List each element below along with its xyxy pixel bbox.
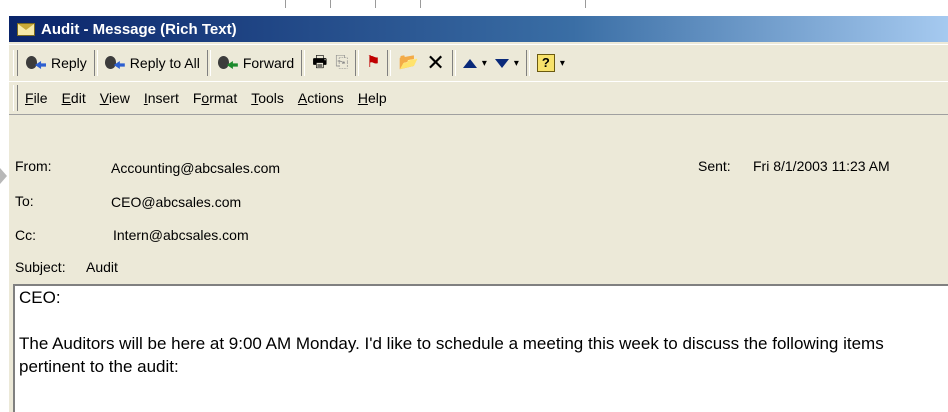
- from-value[interactable]: Accounting@abcsales.com: [111, 158, 280, 178]
- delete-button[interactable]: ✕: [422, 49, 448, 77]
- body-blank-line: [19, 309, 948, 332]
- copy-button[interactable]: ⎘: [331, 49, 352, 77]
- cc-label: Cc:: [15, 227, 36, 243]
- toolbar-separator: [355, 50, 360, 76]
- printer-icon: 🖶: [312, 54, 328, 71]
- toolbar-grip[interactable]: [13, 50, 18, 76]
- move-to-folder-button[interactable]: 📂: [394, 49, 422, 77]
- reply-button[interactable]: Reply: [22, 49, 91, 77]
- menu-view[interactable]: View: [97, 88, 133, 108]
- subject-value: Audit: [86, 259, 118, 275]
- cc-value[interactable]: Intern@abcsales.com: [113, 225, 249, 245]
- dropdown-caret-icon[interactable]: ▾: [514, 58, 519, 69]
- sent-label: Sent:: [698, 158, 731, 174]
- message-window: Audit - Message (Rich Text) Reply Reply …: [8, 16, 948, 412]
- menu-format[interactable]: Format: [190, 88, 240, 108]
- to-value[interactable]: CEO@abcsales.com: [111, 192, 241, 212]
- envelope-icon: [17, 22, 35, 36]
- copy-icon: ⎘: [335, 54, 349, 71]
- move-folder-icon: 📂: [398, 54, 419, 71]
- toolbar-separator: [206, 50, 211, 76]
- forward-icon: [217, 54, 240, 72]
- menubar-grip[interactable]: [13, 85, 18, 111]
- standard-toolbar: Reply Reply to All Forward 🖶 ⎘ ⚑ 📂 ✕ ▾ ▾…: [9, 44, 948, 82]
- title-bar[interactable]: Audit - Message (Rich Text): [9, 16, 948, 42]
- ruler-tick: [375, 0, 376, 8]
- arrow-down-icon: [494, 58, 509, 68]
- toolbar-separator: [301, 50, 306, 76]
- reply-all-label: Reply to All: [129, 55, 200, 71]
- menu-actions[interactable]: Actions: [295, 88, 347, 108]
- toolbar-separator: [93, 50, 98, 76]
- body-paragraph: The Auditors will be here at 9:00 AM Mon…: [19, 334, 884, 376]
- forward-button[interactable]: Forward: [214, 49, 298, 77]
- delete-x-icon: ✕: [426, 50, 445, 75]
- toolbar-separator: [525, 50, 530, 76]
- ruler-tick: [585, 0, 586, 8]
- flag-icon: ⚑: [366, 54, 381, 71]
- subject-label: Subject:: [15, 259, 66, 275]
- previous-item-button[interactable]: ▾: [459, 49, 491, 77]
- ruler-tick: [285, 0, 286, 8]
- background-strip: [0, 0, 948, 16]
- help-icon: ?: [536, 54, 555, 72]
- follow-up-flag-button[interactable]: ⚑: [362, 49, 384, 77]
- menu-help[interactable]: Help: [355, 88, 390, 108]
- arrow-up-icon: [462, 58, 477, 68]
- ruler-tick: [420, 0, 421, 8]
- next-item-button[interactable]: ▾: [491, 49, 523, 77]
- print-button[interactable]: 🖶: [308, 49, 331, 77]
- dropdown-caret-icon[interactable]: ▾: [560, 58, 565, 69]
- sent-value: Fri 8/1/2003 11:23 AM: [753, 158, 890, 174]
- toolbar-separator: [387, 50, 392, 76]
- reply-all-icon: [104, 54, 127, 72]
- menu-bar: File Edit View Insert Format Tools Actio…: [9, 81, 948, 115]
- message-header: From: Accounting@abcsales.com Sent: Fri …: [9, 114, 948, 282]
- to-label: To:: [15, 193, 34, 209]
- body-greeting: CEO:: [19, 288, 61, 307]
- reply-label: Reply: [51, 55, 87, 71]
- message-body[interactable]: CEO: The Auditors will be here at 9:00 A…: [13, 284, 948, 412]
- menu-file[interactable]: File: [22, 88, 51, 108]
- menu-tools[interactable]: Tools: [248, 88, 287, 108]
- menu-edit[interactable]: Edit: [59, 88, 89, 108]
- dropdown-caret-icon[interactable]: ▾: [482, 58, 487, 69]
- reply-icon: [26, 54, 48, 72]
- from-label: From:: [15, 158, 52, 174]
- toolbar-separator: [451, 50, 456, 76]
- window-title: Audit - Message (Rich Text): [41, 20, 237, 38]
- reply-all-button[interactable]: Reply to All: [101, 49, 204, 77]
- pointer-triangle-icon: [0, 168, 7, 184]
- menu-insert[interactable]: Insert: [141, 88, 182, 108]
- help-button[interactable]: ? ▾: [533, 49, 569, 77]
- forward-label: Forward: [242, 55, 295, 71]
- ruler-tick: [330, 0, 331, 8]
